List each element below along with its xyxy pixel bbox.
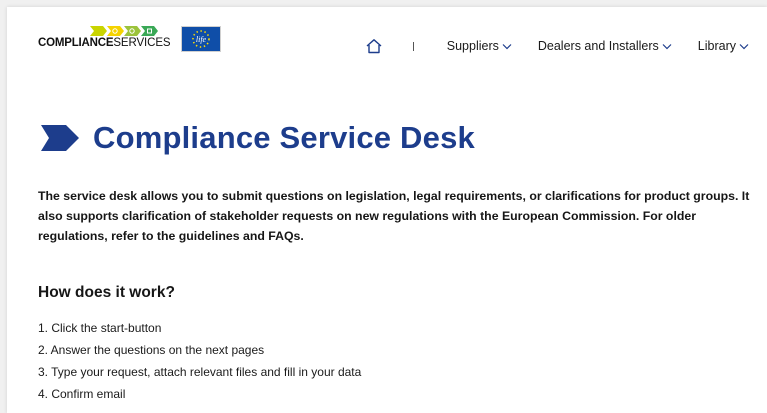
svg-text:life: life <box>196 35 207 44</box>
steps-list: 1. Click the start-button 2. Answer the … <box>38 320 361 408</box>
chevron-down-icon <box>662 43 672 49</box>
step-item: 3. Type your request, attach relevant fi… <box>38 365 362 379</box>
logo-text-light: SERVICES <box>113 37 171 49</box>
nav-item-suppliers[interactable]: Suppliers <box>447 39 512 53</box>
page-title: Compliance Service Desk <box>93 120 475 155</box>
logo-arrows-icon <box>90 26 158 36</box>
chevron-down-icon <box>502 43 512 49</box>
logo-arrow-3 <box>124 26 141 36</box>
logo-arrow-4 <box>141 26 158 36</box>
logo-arrow-2 <box>107 26 124 36</box>
compliance-services-logo[interactable]: COMPLIANCESERVICES <box>38 26 178 52</box>
page-container: COMPLIANCESERVICES life Suppliers Dealer… <box>7 7 767 413</box>
home-icon[interactable] <box>365 38 383 54</box>
step-item: 4. Confirm email <box>38 387 126 401</box>
nav-divider <box>412 41 414 51</box>
logo-arrow-1 <box>90 26 107 36</box>
nav-label-suppliers: Suppliers <box>446 39 499 53</box>
nav-label-dealers: Dealers and Installers <box>537 39 659 53</box>
nav-item-dealers-installers[interactable]: Dealers and Installers <box>538 39 672 53</box>
nav-label-library: Library <box>697 39 736 53</box>
main-navigation: Suppliers Dealers and Installers Library <box>365 38 749 54</box>
chevron-down-icon <box>739 43 749 49</box>
site-header: COMPLIANCESERVICES life Suppliers Dealer… <box>7 7 767 65</box>
eu-life-flag: life <box>181 26 221 52</box>
logo-wordmark: COMPLIANCESERVICES <box>38 37 171 50</box>
logo-text-bold: COMPLIANCE <box>38 37 114 49</box>
step-item: 1. Click the start-button <box>38 321 162 335</box>
step-item: 2. Answer the questions on the next page… <box>38 343 265 357</box>
eu-stars-icon: life <box>192 30 210 48</box>
how-it-works-heading: How does it work? <box>38 284 175 301</box>
page-title-row: Compliance Service Desk <box>41 116 475 160</box>
intro-paragraph: The service desk allows you to submit qu… <box>38 189 750 243</box>
arrow-right-icon <box>41 125 79 151</box>
nav-item-library[interactable]: Library <box>698 39 749 53</box>
